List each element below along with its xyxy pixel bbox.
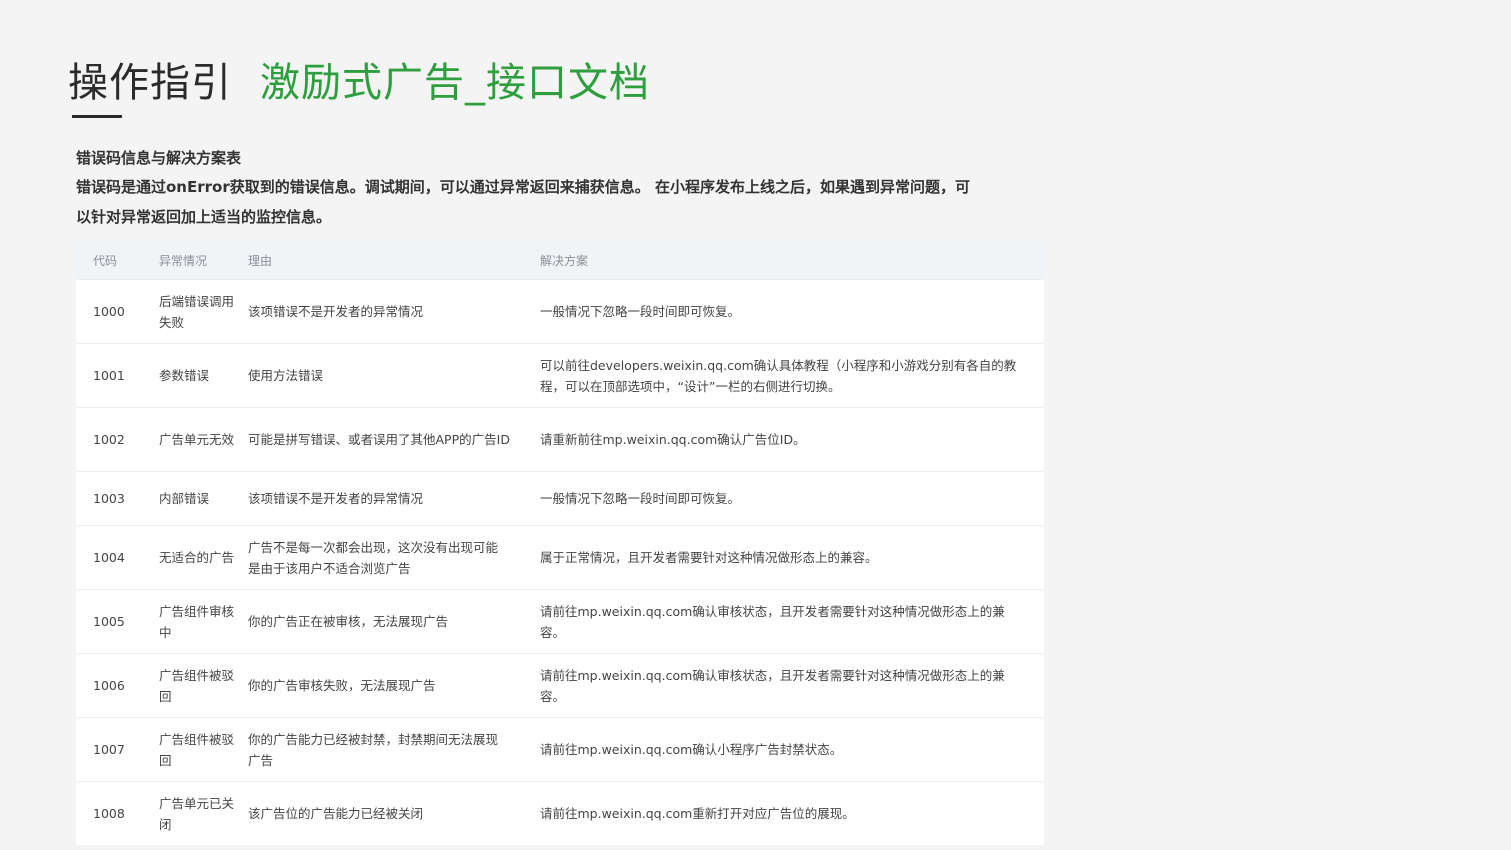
cell-reason: 使用方法错误: [248, 368, 324, 383]
cell-solution: 请前往mp.weixin.qq.com重新打开对应广告位的展现。: [540, 806, 855, 821]
header-reason: 理由: [248, 253, 273, 268]
cell-reason: 该项错误不是开发者的异常情况: [248, 304, 424, 319]
cell-reason: 你的广告审核失败，无法展现广告: [248, 678, 436, 693]
cell-solution: 可以前往developers.weixin.qq.com确认具体教程（小程序和小…: [540, 357, 1017, 394]
cell-situation: 内部错误: [159, 491, 210, 506]
intro-section: 错误码信息与解决方案表 错误码是通过onError获取到的错误信息。调试期间，可…: [76, 144, 976, 232]
cell-code: 1002: [93, 432, 125, 447]
cell-code: 1005: [93, 614, 125, 629]
table-header: 代码 异常情况 理由 解决方案: [76, 241, 1044, 279]
cell-solution: 一般情况下忽略一段时间即可恢复。: [540, 491, 741, 506]
cell-code: 1001: [93, 368, 125, 383]
table-row: 1005 广告组件审核中 你的广告正在被审核，无法展现广告 请前往mp.weix…: [76, 589, 1044, 653]
cell-code: 1006: [93, 678, 125, 693]
title-underline: [72, 115, 122, 118]
cell-situation: 广告组件被驳回: [159, 667, 235, 704]
cell-reason: 你的广告能力已经被封禁，封禁期间无法展现广告: [248, 731, 499, 768]
header-code: 代码: [93, 253, 118, 268]
error-code-table: 代码 异常情况 理由 解决方案 1000 后端错误调用失败 该项错误不是开发者的…: [76, 241, 1044, 845]
cell-solution: 属于正常情况，且开发者需要针对这种情况做形态上的兼容。: [540, 550, 878, 565]
table-row: 1006 广告组件被驳回 你的广告审核失败，无法展现广告 请前往mp.weixi…: [76, 653, 1044, 717]
table-row: 1003 内部错误 该项错误不是开发者的异常情况 一般情况下忽略一段时间即可恢复…: [76, 471, 1044, 525]
cell-reason: 可能是拼写错误、或者误用了其他APP的广告ID: [248, 432, 510, 447]
section-description: 错误码是通过onError获取到的错误信息。调试期间，可以通过异常返回来捕获信息…: [76, 178, 970, 226]
cell-solution: 请前往mp.weixin.qq.com确认审核状态，且开发者需要针对这种情况做形…: [540, 603, 1005, 640]
header-solution: 解决方案: [540, 253, 589, 268]
cell-code: 1000: [93, 304, 125, 319]
cell-code: 1007: [93, 742, 125, 757]
table-row: 1008 广告单元已关闭 该广告位的广告能力已经被关闭 请前往mp.weixin…: [76, 781, 1044, 845]
cell-code: 1004: [93, 550, 125, 565]
cell-solution: 请前往mp.weixin.qq.com确认审核状态，且开发者需要针对这种情况做形…: [540, 667, 1005, 704]
cell-situation: 后端错误调用失败: [159, 293, 235, 330]
cell-solution: 请重新前往mp.weixin.qq.com确认广告位ID。: [540, 432, 806, 447]
table-row: 1007 广告组件被驳回 你的广告能力已经被封禁，封禁期间无法展现广告 请前往m…: [76, 717, 1044, 781]
cell-reason: 该广告位的广告能力已经被关闭: [248, 806, 424, 821]
cell-situation: 广告组件审核中: [159, 603, 235, 640]
page-title: 操作指引: [68, 60, 232, 106]
section-heading: 错误码信息与解决方案表: [76, 149, 242, 167]
table-row: 1002 广告单元无效 可能是拼写错误、或者误用了其他APP的广告ID 请重新前…: [76, 407, 1044, 471]
page-subtitle: 激励式广告_接口文档: [260, 60, 650, 106]
page-header: 操作指引 激励式广告_接口文档: [68, 50, 650, 106]
cell-situation: 广告组件被驳回: [159, 731, 235, 768]
cell-solution: 请前往mp.weixin.qq.com确认小程序广告封禁状态。: [540, 742, 843, 757]
cell-reason: 你的广告正在被审核，无法展现广告: [248, 614, 449, 629]
table-row: 1001 参数错误 使用方法错误 可以前往developers.weixin.q…: [76, 343, 1044, 407]
table-row: 1004 无适合的广告 广告不是每一次都会出现，这次没有出现可能是由于该用户不适…: [76, 525, 1044, 589]
cell-reason: 广告不是每一次都会出现，这次没有出现可能是由于该用户不适合浏览广告: [248, 539, 499, 576]
cell-reason: 该项错误不是开发者的异常情况: [248, 491, 424, 506]
cell-situation: 无适合的广告: [159, 550, 235, 565]
cell-code: 1008: [93, 806, 125, 821]
table-row: 1000 后端错误调用失败 该项错误不是开发者的异常情况 一般情况下忽略一段时间…: [76, 279, 1044, 343]
cell-solution: 一般情况下忽略一段时间即可恢复。: [540, 304, 741, 319]
cell-code: 1003: [93, 491, 125, 506]
cell-situation: 广告单元无效: [159, 432, 235, 447]
cell-situation: 广告单元已关闭: [159, 795, 235, 832]
header-situation: 异常情况: [159, 253, 208, 268]
cell-situation: 参数错误: [159, 368, 210, 383]
